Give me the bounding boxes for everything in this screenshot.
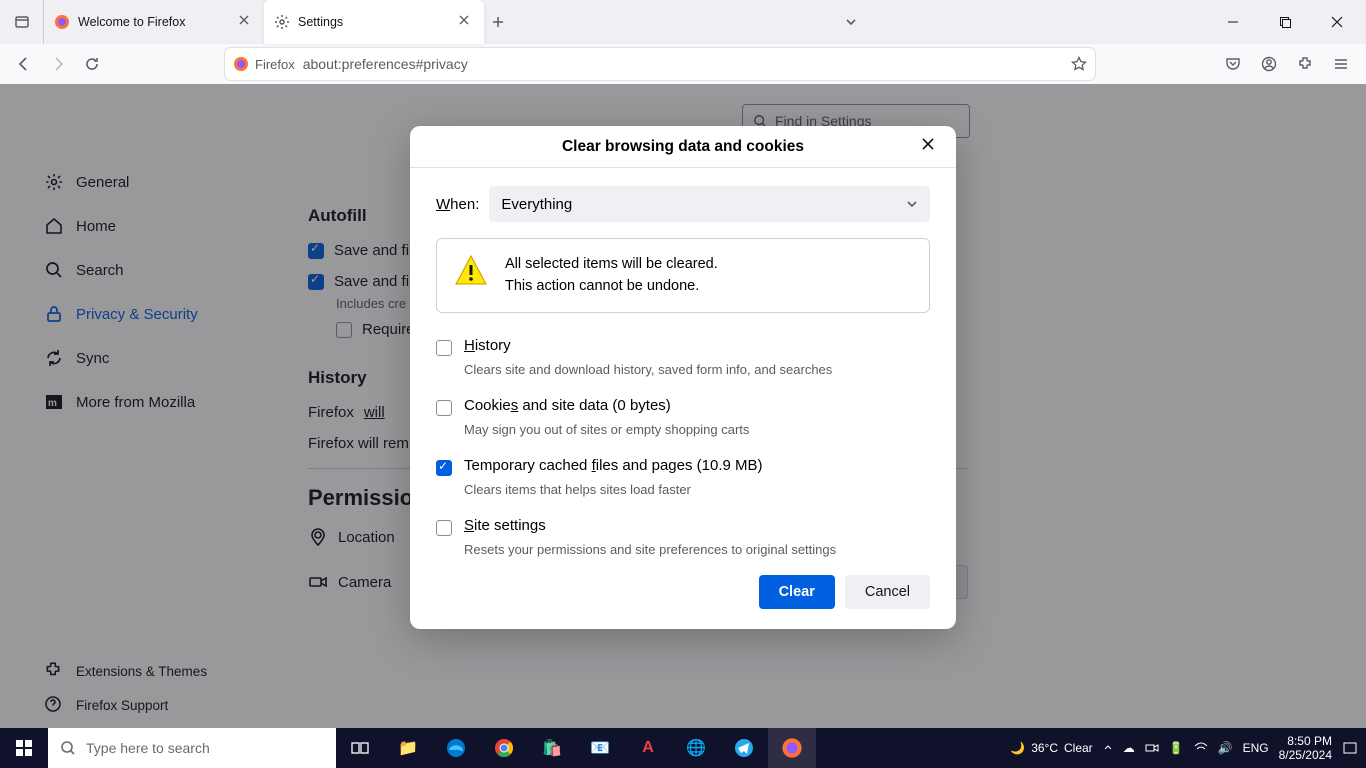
bookmark-star-icon[interactable] xyxy=(1071,56,1087,72)
option-cache-desc: Clears items that helps sites load faste… xyxy=(464,482,930,497)
dialog-footer: Clear Cancel xyxy=(436,569,930,609)
notifications-icon[interactable] xyxy=(1342,740,1358,756)
search-icon xyxy=(60,740,76,756)
option-label: History xyxy=(464,337,511,354)
tabstrip: Welcome to Firefox Settings xyxy=(44,0,512,44)
dialog-header: Clear browsing data and cookies xyxy=(410,126,956,168)
meet-now-icon[interactable] xyxy=(1145,741,1159,755)
volume-icon[interactable]: 🔊 xyxy=(1218,741,1233,755)
file-explorer-icon[interactable]: 📁 xyxy=(384,728,432,768)
taskbar-apps: 📁 🛍️ 📧 A 🌐 xyxy=(336,728,816,768)
firefox-taskbar-icon[interactable] xyxy=(768,728,816,768)
url-text: about:preferences#privacy xyxy=(303,56,1063,72)
app-icon-globe[interactable]: 🌐 xyxy=(672,728,720,768)
forward-button xyxy=(42,48,74,80)
onedrive-icon[interactable]: ☁ xyxy=(1123,741,1135,755)
taskbar: Type here to search 📁 🛍️ 📧 A 🌐 🌙 36°C Cl… xyxy=(0,728,1366,768)
wifi-icon[interactable] xyxy=(1194,741,1208,755)
gear-icon xyxy=(274,14,290,30)
warning-box: All selected items will be cleared. This… xyxy=(436,238,930,313)
search-placeholder: Type here to search xyxy=(86,740,210,756)
checkbox-icon xyxy=(436,520,452,536)
option-history[interactable]: History xyxy=(436,337,930,356)
app-menu-button[interactable] xyxy=(1324,48,1358,80)
list-all-tabs-button[interactable] xyxy=(844,15,858,29)
window-controls xyxy=(1210,7,1366,37)
tab-label: Welcome to Firefox xyxy=(78,15,185,29)
warning-line-2: This action cannot be undone. xyxy=(505,275,718,297)
dialog-body: When: Everything All selected items will… xyxy=(410,168,956,629)
start-button[interactable] xyxy=(0,728,48,768)
cancel-button[interactable]: Cancel xyxy=(845,575,930,609)
chrome-icon[interactable] xyxy=(480,728,528,768)
extensions-button[interactable] xyxy=(1288,48,1322,80)
mail-icon[interactable]: 📧 xyxy=(576,728,624,768)
option-cache[interactable]: Temporary cached files and pages (10.9 M… xyxy=(436,457,930,476)
firefox-icon xyxy=(54,14,70,30)
option-label: Temporary cached files and pages (10.9 M… xyxy=(464,457,763,474)
store-icon[interactable]: 🛍️ xyxy=(528,728,576,768)
chevron-down-icon xyxy=(906,198,918,210)
tab-label: Settings xyxy=(298,15,343,29)
titlebar: Welcome to Firefox Settings xyxy=(0,0,1366,44)
option-site-desc: Resets your permissions and site prefere… xyxy=(464,542,930,557)
identity-label: Firefox xyxy=(255,57,295,72)
edge-icon[interactable] xyxy=(432,728,480,768)
weather-cond: Clear xyxy=(1064,741,1093,755)
checkbox-icon xyxy=(436,400,452,416)
checkbox-icon xyxy=(436,460,452,476)
reload-button[interactable] xyxy=(76,48,108,80)
minimize-button[interactable] xyxy=(1210,7,1256,37)
clock[interactable]: 8:50 PM 8/25/2024 xyxy=(1279,734,1332,763)
recent-browsing-button[interactable] xyxy=(0,0,44,44)
back-button[interactable] xyxy=(8,48,40,80)
identity-box[interactable]: Firefox xyxy=(233,56,295,72)
when-select[interactable]: Everything xyxy=(489,186,930,222)
language-indicator[interactable]: ENG xyxy=(1243,741,1269,755)
option-label: Site settings xyxy=(464,517,546,534)
battery-icon[interactable]: 🔋 xyxy=(1169,741,1184,755)
telegram-icon[interactable] xyxy=(720,728,768,768)
tab-welcome[interactable]: Welcome to Firefox xyxy=(44,0,264,44)
dialog-close-button[interactable] xyxy=(920,136,942,158)
url-bar[interactable]: Firefox about:preferences#privacy xyxy=(225,48,1095,80)
toolbar-right xyxy=(1216,48,1358,80)
option-site-settings[interactable]: Site settings xyxy=(436,517,930,536)
account-button[interactable] xyxy=(1252,48,1286,80)
content-area: Find in Settings General Home Search Pri… xyxy=(0,84,1366,728)
option-label: Cookies and site data (0 bytes) xyxy=(464,397,671,414)
clock-time: 8:50 PM xyxy=(1279,734,1332,748)
weather-temp: 36°C xyxy=(1031,741,1058,755)
dialog-title: Clear browsing data and cookies xyxy=(562,138,804,156)
tab-settings[interactable]: Settings xyxy=(264,0,484,44)
option-history-desc: Clears site and download history, saved … xyxy=(464,362,930,377)
system-tray: 🌙 36°C Clear ☁ 🔋 🔊 ENG 8:50 PM 8/25/2024 xyxy=(1010,734,1366,763)
pocket-button[interactable] xyxy=(1216,48,1250,80)
clock-date: 8/25/2024 xyxy=(1279,748,1332,762)
option-cookies[interactable]: Cookies and site data (0 bytes) xyxy=(436,397,930,416)
clear-data-dialog: Clear browsing data and cookies When: Ev… xyxy=(410,126,956,629)
close-window-button[interactable] xyxy=(1314,7,1360,37)
moon-icon: 🌙 xyxy=(1010,741,1025,755)
when-row: When: Everything xyxy=(436,186,930,222)
navbar: Firefox about:preferences#privacy xyxy=(0,44,1366,84)
checkbox-icon xyxy=(436,340,452,356)
taskbar-search[interactable]: Type here to search xyxy=(48,728,336,768)
app-icon-a[interactable]: A xyxy=(624,728,672,768)
when-label: When: xyxy=(436,196,479,213)
option-cookies-desc: May sign you out of sites or empty shopp… xyxy=(464,422,930,437)
new-tab-button[interactable] xyxy=(484,0,512,44)
close-tab-icon[interactable] xyxy=(458,14,474,30)
warning-line-1: All selected items will be cleared. xyxy=(505,253,718,275)
task-view-icon[interactable] xyxy=(336,728,384,768)
tray-chevron-icon[interactable] xyxy=(1103,743,1113,753)
close-tab-icon[interactable] xyxy=(238,14,254,30)
warning-icon xyxy=(453,253,489,289)
when-value: Everything xyxy=(501,196,572,213)
maximize-button[interactable] xyxy=(1262,7,1308,37)
clear-button[interactable]: Clear xyxy=(759,575,835,609)
weather-widget[interactable]: 🌙 36°C Clear xyxy=(1010,741,1092,755)
